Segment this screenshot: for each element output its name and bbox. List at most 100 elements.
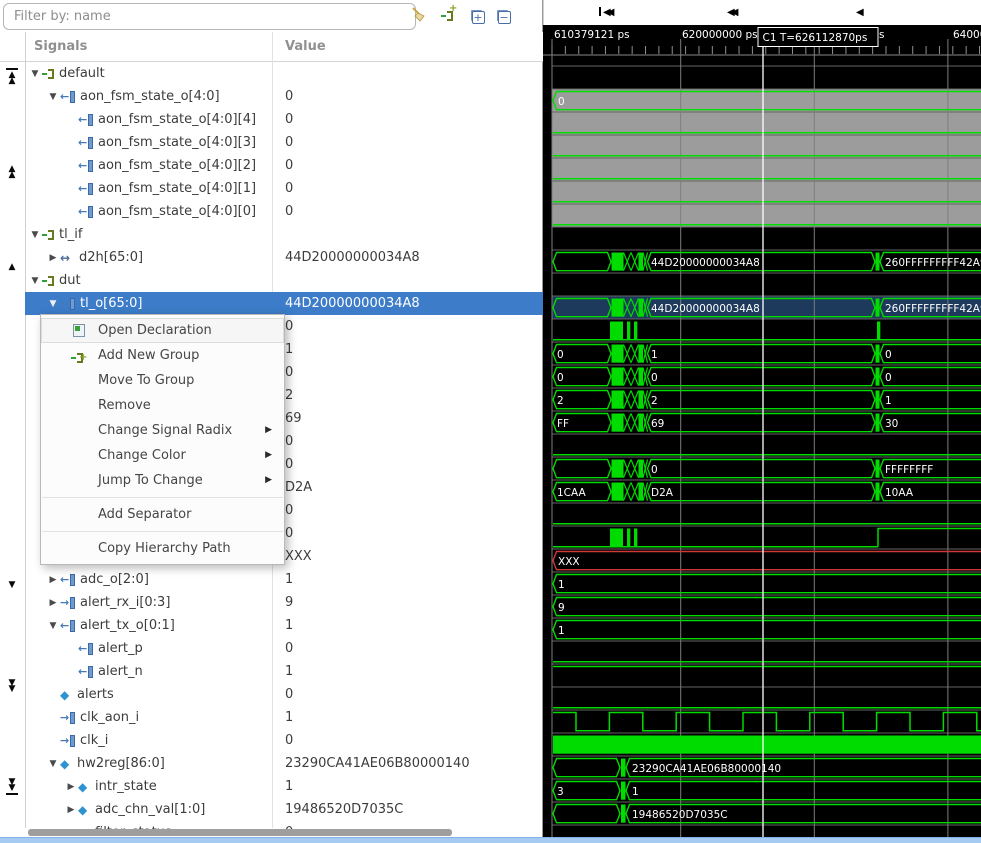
svg-text:1: 1 [558, 625, 565, 637]
signal-value: 23290CA41AE06B80000140 [285, 752, 470, 775]
menu-item-move-to-group[interactable]: Move To Group [41, 368, 284, 393]
menu-item-jump-to-change[interactable]: Jump To Change▶ [41, 468, 284, 493]
tree-row[interactable]: ←aon_fsm_state_o[4:0][1]0 [25, 177, 543, 200]
tree-row[interactable]: ▼←aon_fsm_state_o[4:0]0 [25, 85, 543, 108]
signal-label: dut [59, 273, 81, 288]
tree-row[interactable]: ▼ dut [25, 269, 543, 292]
jump-prev-button[interactable]: ▲ [3, 264, 21, 270]
collapse-all-button[interactable]: − [494, 6, 514, 26]
tree-row[interactable]: ←alert_p0 [25, 637, 543, 660]
expand-all-button[interactable]: + [468, 6, 488, 26]
tree-row[interactable]: ▶←adc_o[2:0]1 [25, 568, 543, 591]
signal-value: 0 [285, 453, 293, 476]
svg-text:0: 0 [885, 372, 892, 384]
tree-row[interactable]: ←alert_n1 [25, 660, 543, 683]
group-icon [42, 274, 55, 287]
tree-row[interactable]: ▶↔d2h[65:0]44D20000000034A8 [25, 246, 543, 269]
tree-row[interactable]: ←aon_fsm_state_o[4:0][4]0 [25, 108, 543, 131]
tree-row[interactable]: ▼ tl_if [25, 223, 543, 246]
svg-text:44D20000000034A8: 44D20000000034A8 [651, 257, 760, 269]
tree-row[interactable]: ▼←alert_tx_o[0:1]1 [25, 614, 543, 637]
tree-row[interactable]: ▼default [25, 62, 543, 85]
signal-input-icon: → [60, 596, 76, 610]
tree-row[interactable]: ▼←tl_o[65:0]44D20000000034A8 [25, 292, 543, 315]
chevron-down-icon[interactable]: ▼ [28, 63, 42, 86]
signal-label: tl_if [59, 227, 82, 242]
waveform-panel[interactable]: ◀◀◀◀◀ 044D20000000034A8260FFFFFFFFF42A94… [543, 0, 981, 843]
signal-value: 1 [285, 775, 293, 798]
signal-value: 0 [285, 729, 293, 752]
jump-first-transition-button[interactable]: ▲▲ [3, 68, 21, 84]
chevron-right-icon[interactable]: ▶ [46, 592, 60, 615]
jump-prev-page-button[interactable]: ▲▲ [3, 166, 21, 178]
signal-output-icon: ← [78, 113, 94, 127]
chevron-right-icon[interactable]: ▶ [64, 799, 78, 822]
menu-item-open-declaration[interactable]: Open Declaration [41, 318, 284, 343]
tree-row[interactable]: → clk_i 0 [25, 729, 543, 752]
svg-text:0: 0 [558, 96, 565, 108]
clear-filter-button[interactable] [408, 6, 428, 26]
menu-item-copy-hierarchy-path[interactable]: Copy Hierarchy Path [41, 536, 284, 561]
waveform-viewer-window: + + − Signals Value ▲▲▲▲▲▼▼▼▼▼ ▼default▼… [0, 0, 981, 843]
bottom-horizontal-scrollbar[interactable] [0, 837, 981, 843]
chevron-down-icon[interactable]: ▼ [46, 615, 60, 638]
svg-text:260FFFFFFFFF42A9: 260FFFFFFFFF42A9 [885, 257, 981, 269]
filter-input[interactable] [3, 3, 416, 30]
step-backward-button[interactable]: ◀ [856, 7, 860, 18]
tree-row[interactable]: ←aon_fsm_state_o[4:0][2]0 [25, 154, 543, 177]
chevron-right-icon[interactable]: ▶ [46, 247, 60, 270]
signal-output-icon: ← [78, 159, 94, 173]
signal-label: aon_fsm_state_o[4:0][3] [98, 135, 256, 150]
menu-separator [42, 497, 283, 498]
tree-row[interactable]: →clk_aon_i1 [25, 706, 543, 729]
chevron-right-icon[interactable]: ▶ [46, 569, 60, 592]
tree-row[interactable]: ←aon_fsm_state_o[4:0][3]0 [25, 131, 543, 154]
tree-horizontal-scrollbar[interactable] [28, 829, 452, 836]
tree-row[interactable]: ▶→alert_rx_i[0:3]9 [25, 591, 543, 614]
tree-row[interactable]: ◆alerts0 [25, 683, 543, 706]
jump-next-button[interactable]: ▼ [3, 582, 21, 588]
menu-item-add-separator[interactable]: Add Separator [41, 502, 284, 527]
svg-text:D2A: D2A [651, 487, 674, 499]
signal-output-icon: ← [78, 136, 94, 150]
signal-label: clk_i [80, 733, 108, 748]
tree-row[interactable]: ←aon_fsm_state_o[4:0][0]0 [25, 200, 543, 223]
chevron-right-icon[interactable]: ▶ [64, 776, 78, 799]
jump-next-page-button[interactable]: ▼▼ [3, 680, 21, 692]
add-group-button[interactable]: + [441, 6, 461, 26]
waveform-toolbar: ◀◀◀◀◀ [543, 0, 981, 25]
signal-label: aon_fsm_state_o[4:0] [80, 89, 220, 104]
svg-text:1CAA: 1CAA [557, 487, 586, 499]
chevron-down-icon[interactable]: ▼ [28, 270, 42, 293]
group-icon [42, 228, 55, 241]
signal-input-icon: → [60, 734, 76, 748]
signal-label: hw2reg[86:0] [77, 756, 165, 771]
chevron-down-icon[interactable]: ▼ [28, 224, 42, 247]
signal-label: aon_fsm_state_o[4:0][4] [98, 112, 256, 127]
signal-output-icon: ← [60, 619, 76, 633]
tree-row[interactable]: ▶◆adc_chn_val[1:0]19486520D7035C [25, 798, 543, 821]
chevron-down-icon[interactable]: ▼ [46, 753, 60, 776]
menu-item-add-new-group[interactable]: +Add New Group [41, 343, 284, 368]
waveform-canvas[interactable]: 044D20000000034A8260FFFFFFFFF42A944D2000… [543, 25, 981, 837]
fast-backward-button[interactable]: ◀◀ [727, 7, 734, 18]
go-to-start-button[interactable]: ◀◀ [599, 7, 610, 18]
signal-label: alerts [77, 687, 114, 702]
signal-value: 1 [285, 338, 293, 361]
menu-item-change-signal-radix[interactable]: Change Signal Radix▶ [41, 418, 284, 443]
menu-separator [42, 531, 283, 532]
signal-value: 0 [285, 85, 293, 108]
svg-text:0: 0 [557, 349, 564, 361]
signal-value: 1 [285, 706, 293, 729]
menu-item-change-color[interactable]: Change Color▶ [41, 443, 284, 468]
declaration-icon [73, 324, 85, 337]
chevron-down-icon[interactable]: ▼ [46, 293, 60, 316]
tree-row[interactable]: ▼◆hw2reg[86:0]23290CA41AE06B80000140 [25, 752, 543, 775]
svg-text:1: 1 [632, 786, 639, 798]
signal-value: 0 [285, 683, 293, 706]
tree-row[interactable]: ▶◆intr_state1 [25, 775, 543, 798]
signal-value: 0 [285, 430, 293, 453]
jump-last-transition-button[interactable]: ▼▼ [3, 779, 21, 795]
menu-item-remove[interactable]: Remove [41, 393, 284, 418]
chevron-down-icon[interactable]: ▼ [46, 86, 60, 109]
